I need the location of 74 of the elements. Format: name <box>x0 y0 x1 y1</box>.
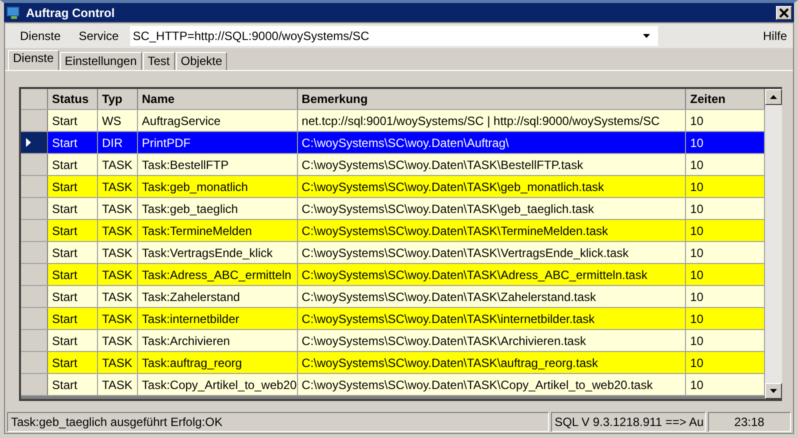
table-cell: Start <box>48 132 98 153</box>
table-cell: C:\woySystems\SC\woy.Daten\TASK\internetbilder.task <box>298 308 686 329</box>
table-cell: C:\woySystems\SC\woy.Daten\TASK\TermineMelden.task <box>298 220 686 241</box>
table-cell: C:\woySystems\SC\woy.Daten\TASK\BestellFTP.task <box>298 154 686 175</box>
table-cell: Task:Adress_ABC_ermitteln <box>138 264 298 285</box>
table-cell: C:\woySystems\SC\woy.Daten\TASK\Copy_Artikel_to_web20.task <box>298 374 686 395</box>
table-cell: Task:auftrag_reorg <box>138 352 298 373</box>
table-cell: TASK <box>98 352 138 373</box>
table-cell: Task:Archivieren <box>138 330 298 351</box>
row-indicator[interactable] <box>21 132 48 153</box>
table-cell: C:\woySystems\SC\woy.Daten\TASK\VertragsEnde_klick.task <box>298 242 686 263</box>
service-dropdown[interactable]: SC_HTTP=http://SQL:9000/woySystems/SC <box>130 26 658 46</box>
tab[interactable]: Einstellungen <box>60 52 142 70</box>
table-cell: C:\woySystems\SC\woy.Daten\TASK\Archivieren.task <box>298 330 686 351</box>
close-icon <box>779 8 789 18</box>
table-cell: Start <box>48 176 98 197</box>
table-cell: TASK <box>98 198 138 219</box>
table-cell: C:\woySystems\SC\woy.Daten\TASK\Adress_ABC_ermitteln.task <box>298 264 686 285</box>
table-cell: C:\woySystems\SC\woy.Daten\TASK\Zahelerstand.task <box>298 286 686 307</box>
table-cell: TASK <box>98 264 138 285</box>
table-cell: C:\woySystems\SC\woy.Daten\TASK\geb_monatlich.task <box>298 176 686 197</box>
table-cell: Start <box>48 154 98 175</box>
table-cell: TASK <box>98 176 138 197</box>
scroll-down-icon <box>770 389 777 393</box>
menu-item[interactable]: Dienste <box>11 29 70 43</box>
row-pointer-icon <box>26 138 31 147</box>
close-button[interactable] <box>776 6 792 20</box>
table-cell: DIR <box>98 132 138 153</box>
table-cell: Task:TermineMelden <box>138 220 298 241</box>
table-cell: net.tcp://sql:9001/woySystems/SC | http://sql:9000/woySystems/SC <box>298 110 686 131</box>
table-cell: Start <box>48 352 98 373</box>
caret-icon <box>642 34 650 38</box>
menu-item[interactable]: Hilfe <box>762 29 787 43</box>
vertical-scrollbar[interactable] <box>765 89 782 399</box>
tab[interactable]: Objekte <box>176 52 228 70</box>
table-cell: AuftragService <box>138 110 298 131</box>
table-cell: Task:BestellFTP <box>138 154 298 175</box>
table-cell: Start <box>48 198 98 219</box>
table-cell: Task:internetbilder <box>138 308 298 329</box>
table-cell: Start <box>48 220 98 241</box>
table-cell: Start <box>48 374 98 395</box>
table-cell: Start <box>48 286 98 307</box>
table-cell: Task:geb_taeglich <box>138 198 298 219</box>
table-cell: Start <box>48 264 98 285</box>
table-cell: WS <box>98 110 138 131</box>
menu-item[interactable]: Service <box>70 29 128 43</box>
tab[interactable]: Test <box>142 52 175 70</box>
table-cell: Task:geb_monatlich <box>138 176 298 197</box>
table-cell: Task:VertragsEnde_klick <box>138 242 298 263</box>
window-title: Auftrag Control <box>26 6 116 20</box>
status-version: SQL V 9.3.1218.911 ==> Au <box>550 412 706 432</box>
table-cell: C:\woySystems\SC\woy.Daten\TASK\auftrag_reorg.task <box>298 352 686 373</box>
table-cell: C:\woySystems\SC\woy.Daten\Auftrag\ <box>298 132 686 153</box>
table-cell: TASK <box>98 220 138 241</box>
monitor-icon <box>6 4 22 20</box>
table-cell: TASK <box>98 242 138 263</box>
table-cell: TASK <box>98 374 138 395</box>
table-cell: TASK <box>98 330 138 351</box>
status-time: 23:18 <box>708 412 791 432</box>
table-cell: Start <box>48 308 98 329</box>
table-cell: Start <box>48 110 98 131</box>
column-header[interactable]: Bemerkung <box>298 89 686 109</box>
table-cell: TASK <box>98 154 138 175</box>
status-message: Task:geb_taeglich ausgeführt Erfolg:OK <box>7 412 549 432</box>
tab[interactable]: Dienste <box>8 50 59 70</box>
table-cell: PrintPDF <box>138 132 298 153</box>
table-cell: TASK <box>98 308 138 329</box>
table-cell: Task:Copy_Artikel_to_web20 <box>138 374 298 395</box>
table-cell: Start <box>48 330 98 351</box>
table-cell: Task:Zahelerstand <box>138 286 298 307</box>
table-cell: C:\woySystems\SC\woy.Daten\TASK\geb_taeglich.task <box>298 198 686 219</box>
table-cell: TASK <box>98 286 138 307</box>
table-cell: Start <box>48 242 98 263</box>
scroll-up-icon <box>770 95 777 99</box>
